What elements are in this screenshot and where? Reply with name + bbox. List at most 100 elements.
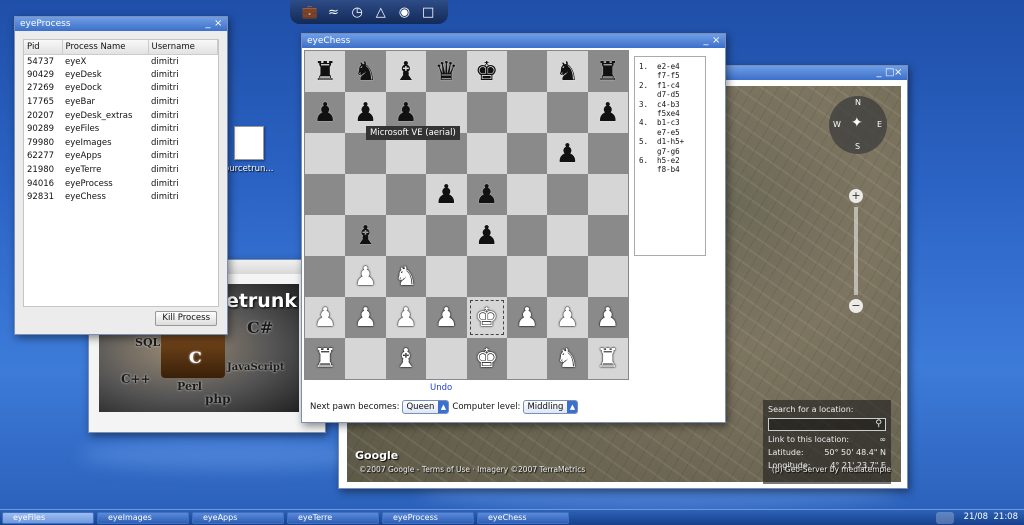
board-square[interactable] [305, 174, 346, 215]
location-search-input[interactable]: ⚲ [768, 418, 886, 431]
board-square[interactable] [426, 256, 467, 297]
board-square[interactable]: ♚ [466, 297, 507, 338]
board-square[interactable] [547, 256, 588, 297]
search-icon[interactable]: ⚲ [875, 419, 882, 429]
black-pawn-icon[interactable]: ♟ [475, 223, 498, 249]
compass-west[interactable]: W [833, 120, 841, 129]
white-pawn-icon[interactable]: ♟ [515, 305, 538, 331]
black-pawn-icon[interactable]: ♟ [556, 141, 579, 167]
board-square[interactable]: ♟ [345, 256, 386, 297]
network-icon[interactable]: ◉ [395, 5, 413, 20]
board-square[interactable] [587, 256, 628, 297]
table-row[interactable]: 90289 eyeFiles dimitri [24, 122, 218, 136]
board-square[interactable] [506, 133, 548, 174]
folder-icon[interactable]: □ [419, 5, 437, 20]
maximize-icon[interactable]: □ [885, 66, 894, 80]
table-row[interactable]: 27269 eyeDock dimitri [24, 82, 218, 96]
black-bishop-icon[interactable]: ♝ [354, 223, 377, 249]
board-square[interactable] [547, 174, 588, 215]
compass-east[interactable]: E [877, 120, 882, 129]
board-square[interactable]: ♞ [385, 256, 427, 297]
black-bishop-icon[interactable]: ♝ [394, 59, 417, 85]
white-pawn-icon[interactable]: ♟ [435, 305, 458, 331]
black-pawn-icon[interactable]: ♟ [435, 182, 458, 208]
taskbar-item[interactable]: eyeProcess [382, 512, 474, 524]
board-square[interactable] [426, 338, 467, 379]
compass-south[interactable]: S [855, 142, 860, 151]
minimize-icon[interactable]: _ [876, 66, 885, 80]
white-king-icon[interactable]: ♚ [475, 305, 498, 331]
table-row[interactable]: 54737 eyeX dimitri [24, 55, 218, 69]
zoom-in-button[interactable]: + [849, 189, 863, 203]
black-knight-icon[interactable]: ♞ [354, 59, 377, 85]
board-square[interactable]: ♟ [305, 92, 346, 133]
table-row[interactable]: 20207 eyeDesk_extras dimitri [24, 109, 218, 123]
taskbar-item[interactable]: eyeApps [192, 512, 284, 524]
wifi-icon[interactable]: ≈ [324, 5, 342, 20]
white-knight-icon[interactable]: ♞ [394, 264, 417, 290]
black-rook-icon[interactable]: ♜ [314, 59, 337, 85]
white-pawn-icon[interactable]: ♟ [354, 305, 377, 331]
black-knight-icon[interactable]: ♞ [556, 59, 579, 85]
board-square[interactable] [587, 133, 628, 174]
black-pawn-icon[interactable]: ♟ [354, 100, 377, 126]
board-square[interactable] [506, 92, 548, 133]
close-icon[interactable]: × [214, 17, 223, 31]
compass-north[interactable]: N [855, 98, 861, 107]
board-square[interactable]: ♞ [547, 51, 588, 92]
board-square[interactable] [305, 256, 346, 297]
board-square[interactable]: ♛ [426, 51, 467, 92]
board-square[interactable] [385, 174, 427, 215]
zoom-slider[interactable] [854, 207, 858, 295]
white-pawn-icon[interactable]: ♟ [354, 264, 377, 290]
board-square[interactable] [506, 51, 548, 92]
compass-control[interactable]: N S E W ✦ [829, 96, 887, 154]
close-icon[interactable]: × [712, 34, 721, 48]
taskbar-item[interactable]: eyeImages [97, 512, 189, 524]
board-square[interactable]: ♝ [385, 51, 427, 92]
board-square[interactable]: ♝ [345, 215, 386, 256]
white-pawn-icon[interactable]: ♟ [314, 305, 337, 331]
table-row[interactable]: 62277 eyeApps dimitri [24, 150, 218, 164]
table-row[interactable]: 90429 eyeDesk dimitri [24, 68, 218, 82]
column-header[interactable]: Username [148, 40, 218, 55]
minimize-icon[interactable]: _ [703, 34, 712, 48]
board-square[interactable] [345, 338, 386, 379]
undo-link[interactable]: Undo [430, 383, 452, 393]
white-pawn-icon[interactable]: ♟ [556, 305, 579, 331]
column-header[interactable]: Pid [24, 40, 63, 55]
board-square[interactable] [426, 215, 467, 256]
kill-process-button[interactable]: Kill Process [155, 311, 217, 326]
board-square[interactable]: ♜ [587, 51, 628, 92]
board-square[interactable]: ♜ [305, 338, 346, 379]
black-pawn-icon[interactable]: ♟ [475, 182, 498, 208]
black-rook-icon[interactable]: ♜ [596, 59, 619, 85]
taskbar-item[interactable]: eyeTerre [287, 512, 379, 524]
clock-icon[interactable]: ◷ [348, 5, 366, 20]
board-square[interactable] [506, 215, 548, 256]
board-square[interactable]: ♟ [587, 297, 628, 338]
board-square[interactable] [385, 215, 427, 256]
white-rook-icon[interactable]: ♜ [596, 346, 619, 372]
black-pawn-icon[interactable]: ♟ [596, 100, 619, 126]
board-square[interactable]: ♟ [506, 297, 548, 338]
board-square[interactable]: ♟ [426, 174, 467, 215]
board-square[interactable] [587, 174, 628, 215]
zoom-out-button[interactable]: − [849, 299, 863, 313]
white-pawn-icon[interactable]: ♟ [596, 305, 619, 331]
white-king-icon[interactable]: ♚ [475, 346, 498, 372]
white-knight-icon[interactable]: ♞ [556, 346, 579, 372]
board-square[interactable]: ♚ [466, 51, 507, 92]
board-square[interactable]: ♟ [547, 133, 588, 174]
board-square[interactable]: ♟ [305, 297, 346, 338]
computer-level-select[interactable]: Middling ▲ [523, 400, 579, 414]
white-rook-icon[interactable]: ♜ [314, 346, 337, 372]
board-square[interactable]: ♟ [385, 297, 427, 338]
pawn-promotion-select[interactable]: Queen ▲ [402, 400, 450, 414]
close-icon[interactable]: × [894, 66, 903, 80]
table-row[interactable]: 79980 eyeImages dimitri [24, 136, 218, 150]
board-square[interactable]: ♞ [345, 51, 386, 92]
taskbar-item[interactable]: eyeFiles [2, 512, 94, 524]
table-row[interactable]: 94016 eyeProcess dimitri [24, 177, 218, 191]
board-square[interactable]: ♜ [305, 51, 346, 92]
